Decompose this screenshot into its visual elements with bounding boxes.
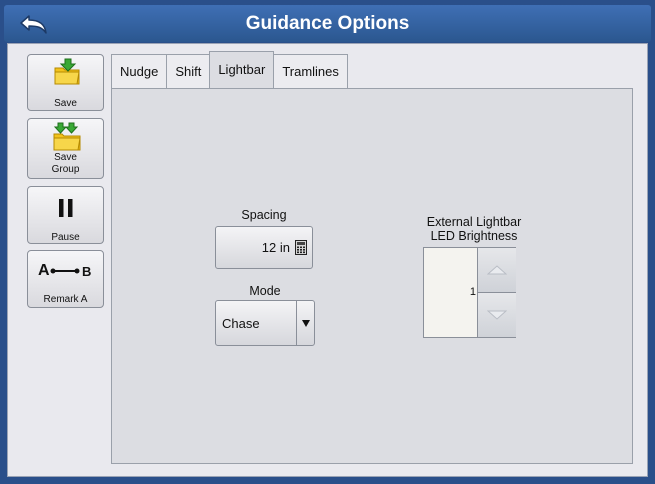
led-brightness-label: External Lightbar LED Brightness (404, 215, 544, 243)
pause-label: Pause (51, 232, 80, 243)
tab-nudge[interactable]: Nudge (111, 54, 168, 88)
remark-a-button[interactable]: A B Remark A (27, 250, 104, 308)
led-brightness-label-line-2: LED Brightness (430, 229, 518, 243)
spacing-value: 12 in (261, 240, 290, 255)
led-brightness-spinner: 1 (423, 247, 516, 338)
remark-a-label: Remark A (43, 294, 88, 305)
led-brightness-label-line-1: External Lightbar (426, 215, 522, 229)
save-label: Save (54, 98, 77, 109)
tab-shift[interactable]: Shift (166, 54, 211, 88)
mode-label: Mode (249, 284, 281, 298)
tab-tramlines[interactable]: Tramlines (273, 54, 348, 88)
mode-dropdown[interactable]: Chase (215, 300, 315, 346)
triangle-up-icon (487, 265, 507, 275)
ab-line-icon (50, 268, 80, 274)
save-button[interactable]: Save (27, 54, 104, 111)
brightness-down-button[interactable] (477, 293, 516, 337)
point-a-letter: A (38, 262, 50, 279)
save-folder-icon (54, 58, 80, 85)
title-bar: Guidance Options (4, 5, 651, 42)
point-b-letter: B (82, 264, 92, 279)
triangle-down-icon (301, 320, 310, 327)
back-button[interactable] (14, 10, 54, 38)
a-to-b-icon: A B (38, 262, 96, 280)
pause-icon (59, 199, 73, 217)
tab-lightbar[interactable]: Lightbar (209, 51, 275, 88)
mode-dropdown-arrow[interactable] (296, 301, 314, 345)
spacing-label: Spacing (241, 208, 287, 222)
mode-value: Chase (222, 316, 260, 331)
save-group-button[interactable]: Save Group (27, 118, 104, 179)
pause-button[interactable]: Pause (27, 186, 104, 244)
triangle-down-icon (487, 310, 507, 320)
back-arrow-icon (20, 15, 47, 34)
save-group-label-1: Save (54, 152, 77, 163)
calculator-icon (295, 240, 307, 255)
tab-bar: Nudge Shift Lightbar Tramlines (111, 51, 348, 88)
led-brightness-value: 1 (469, 286, 476, 298)
brightness-up-button[interactable] (477, 248, 516, 293)
page-title: Guidance Options (245, 13, 410, 34)
lightbar-panel (111, 88, 633, 464)
app-window: Guidance Options Save Save Group Pause A (0, 0, 655, 484)
save-group-label-2: Group (51, 164, 80, 175)
save-group-folder-icon (53, 122, 81, 151)
spacing-input[interactable]: 12 in (215, 226, 313, 269)
